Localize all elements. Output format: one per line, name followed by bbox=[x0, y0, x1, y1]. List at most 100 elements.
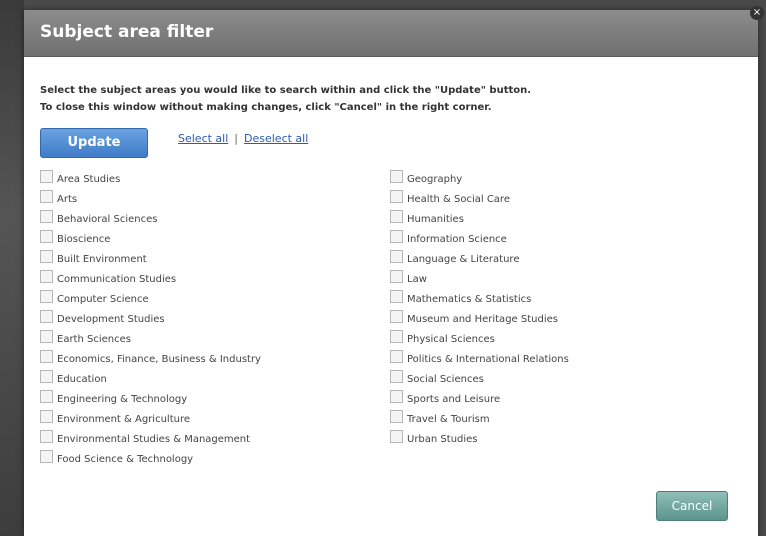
subject-label: Food Science & Technology bbox=[57, 454, 194, 465]
deselect-all-link[interactable]: Deselect all bbox=[244, 132, 308, 145]
subject-checkbox[interactable] bbox=[40, 270, 53, 283]
subject-item[interactable]: Museum and Heritage Studies bbox=[390, 310, 569, 330]
subject-checkbox[interactable] bbox=[40, 370, 53, 383]
subject-checkbox[interactable] bbox=[390, 410, 403, 423]
subject-checkbox[interactable] bbox=[390, 270, 403, 283]
subject-checkbox[interactable] bbox=[390, 310, 403, 323]
subject-item[interactable]: Engineering & Technology bbox=[40, 390, 261, 410]
subject-item[interactable]: Development Studies bbox=[40, 310, 261, 330]
subject-item[interactable]: Behavioral Sciences bbox=[40, 210, 261, 230]
subject-label: Law bbox=[407, 274, 427, 285]
subject-item[interactable]: Built Environment bbox=[40, 250, 261, 270]
subject-label: Environment & Agriculture bbox=[57, 414, 191, 425]
subject-checkbox[interactable] bbox=[390, 210, 403, 223]
select-links: Select all | Deselect all bbox=[178, 132, 308, 145]
subject-item[interactable]: Health & Social Care bbox=[390, 190, 569, 210]
subject-item[interactable]: Earth Sciences bbox=[40, 330, 261, 350]
subject-item[interactable]: Environmental Studies & Management bbox=[40, 430, 261, 450]
cancel-button[interactable]: Cancel bbox=[656, 491, 728, 521]
dialog-header: Subject area filter × bbox=[24, 6, 764, 57]
subject-item[interactable]: Social Sciences bbox=[390, 370, 569, 390]
subject-item[interactable]: Mathematics & Statistics bbox=[390, 290, 569, 310]
subject-label: Environmental Studies & Management bbox=[57, 434, 251, 445]
subject-item[interactable]: Travel & Tourism bbox=[390, 410, 569, 430]
subject-checkbox[interactable] bbox=[40, 450, 53, 463]
subject-item[interactable]: Communication Studies bbox=[40, 270, 261, 290]
subject-checkbox[interactable] bbox=[40, 190, 53, 203]
subject-item[interactable]: Area Studies bbox=[40, 170, 261, 190]
subject-label: Physical Sciences bbox=[407, 334, 495, 345]
subject-label: Communication Studies bbox=[57, 274, 177, 285]
subject-label: Geography bbox=[407, 174, 463, 185]
subject-list-left: Area Studies Arts Behavioral Sciences Biosc… bbox=[40, 170, 261, 470]
subject-item[interactable]: Arts bbox=[40, 190, 261, 210]
subject-item[interactable]: Sports and Leisure bbox=[390, 390, 569, 410]
subject-label: Built Environment bbox=[57, 254, 147, 265]
instruction-line-2: To close this window without making chan… bbox=[40, 102, 492, 113]
select-all-link[interactable]: Select all bbox=[178, 132, 228, 145]
subject-checkbox[interactable] bbox=[390, 290, 403, 303]
subject-checkbox[interactable] bbox=[40, 390, 53, 403]
subject-item[interactable]: Computer Science bbox=[40, 290, 261, 310]
subject-item[interactable]: Environment & Agriculture bbox=[40, 410, 261, 430]
subject-label: Education bbox=[57, 374, 107, 385]
subject-item[interactable]: Information Science bbox=[390, 230, 569, 250]
subject-area-filter-dialog: Subject area filter × Select the subject… bbox=[24, 6, 764, 536]
subject-item[interactable]: Law bbox=[390, 270, 569, 290]
subject-checkbox[interactable] bbox=[40, 350, 53, 363]
subject-checkbox[interactable] bbox=[40, 310, 53, 323]
subject-label: Politics & International Relations bbox=[407, 354, 569, 365]
subject-label: Social Sciences bbox=[407, 374, 484, 385]
subject-list-right: Geography Health & Social Care Humanities I… bbox=[390, 170, 569, 450]
subject-label: Engineering & Technology bbox=[57, 394, 188, 405]
subject-checkbox[interactable] bbox=[390, 330, 403, 343]
subject-label: Language & Literature bbox=[407, 254, 520, 265]
subject-checkbox[interactable] bbox=[390, 390, 403, 403]
subject-item[interactable]: Urban Studies bbox=[390, 430, 569, 450]
subject-checkbox[interactable] bbox=[40, 330, 53, 343]
subject-checkbox[interactable] bbox=[40, 230, 53, 243]
subject-checkbox[interactable] bbox=[390, 430, 403, 443]
close-icon[interactable]: × bbox=[750, 6, 764, 20]
subject-checkbox[interactable] bbox=[390, 370, 403, 383]
subject-item[interactable]: Bioscience bbox=[40, 230, 261, 250]
subject-item[interactable]: Politics & International Relations bbox=[390, 350, 569, 370]
subject-label: Health & Social Care bbox=[407, 194, 510, 205]
update-button[interactable]: Update bbox=[40, 128, 148, 158]
subject-item[interactable]: Economics, Finance, Business & Industry bbox=[40, 350, 261, 370]
subject-checkbox[interactable] bbox=[390, 190, 403, 203]
subject-checkbox[interactable] bbox=[40, 250, 53, 263]
instructions: Select the subject areas you would like … bbox=[40, 82, 740, 116]
subject-checkbox[interactable] bbox=[40, 410, 53, 423]
link-separator: | bbox=[234, 132, 239, 145]
subject-checkbox[interactable] bbox=[40, 170, 53, 183]
subject-item[interactable]: Humanities bbox=[390, 210, 569, 230]
subject-checkbox[interactable] bbox=[40, 210, 53, 223]
subject-item[interactable]: Education bbox=[40, 370, 261, 390]
page-backdrop bbox=[0, 0, 24, 536]
subject-label: Development Studies bbox=[57, 314, 165, 325]
subject-label: Sports and Leisure bbox=[407, 394, 501, 405]
subject-label: Arts bbox=[57, 194, 78, 205]
subject-item[interactable]: Food Science & Technology bbox=[40, 450, 261, 470]
instruction-line-1: Select the subject areas you would like … bbox=[40, 85, 532, 96]
subject-label: Information Science bbox=[407, 234, 507, 245]
dialog-title: Subject area filter bbox=[40, 22, 214, 42]
subject-checkbox[interactable] bbox=[40, 430, 53, 443]
subject-label: Behavioral Sciences bbox=[57, 214, 158, 225]
subject-checkbox[interactable] bbox=[390, 250, 403, 263]
subject-label: Humanities bbox=[407, 214, 464, 225]
subject-item[interactable]: Physical Sciences bbox=[390, 330, 569, 350]
subject-checkbox[interactable] bbox=[390, 170, 403, 183]
subject-checkbox[interactable] bbox=[390, 230, 403, 243]
subject-label: Earth Sciences bbox=[57, 334, 131, 345]
subject-label: Travel & Tourism bbox=[407, 414, 490, 425]
subject-label: Mathematics & Statistics bbox=[407, 294, 532, 305]
subject-item[interactable]: Language & Literature bbox=[390, 250, 569, 270]
subject-checkbox[interactable] bbox=[390, 350, 403, 363]
subject-checkbox[interactable] bbox=[40, 290, 53, 303]
subject-label: Museum and Heritage Studies bbox=[407, 314, 558, 325]
subject-label: Bioscience bbox=[57, 234, 111, 245]
subject-label: Economics, Finance, Business & Industry bbox=[57, 354, 261, 365]
subject-item[interactable]: Geography bbox=[390, 170, 569, 190]
